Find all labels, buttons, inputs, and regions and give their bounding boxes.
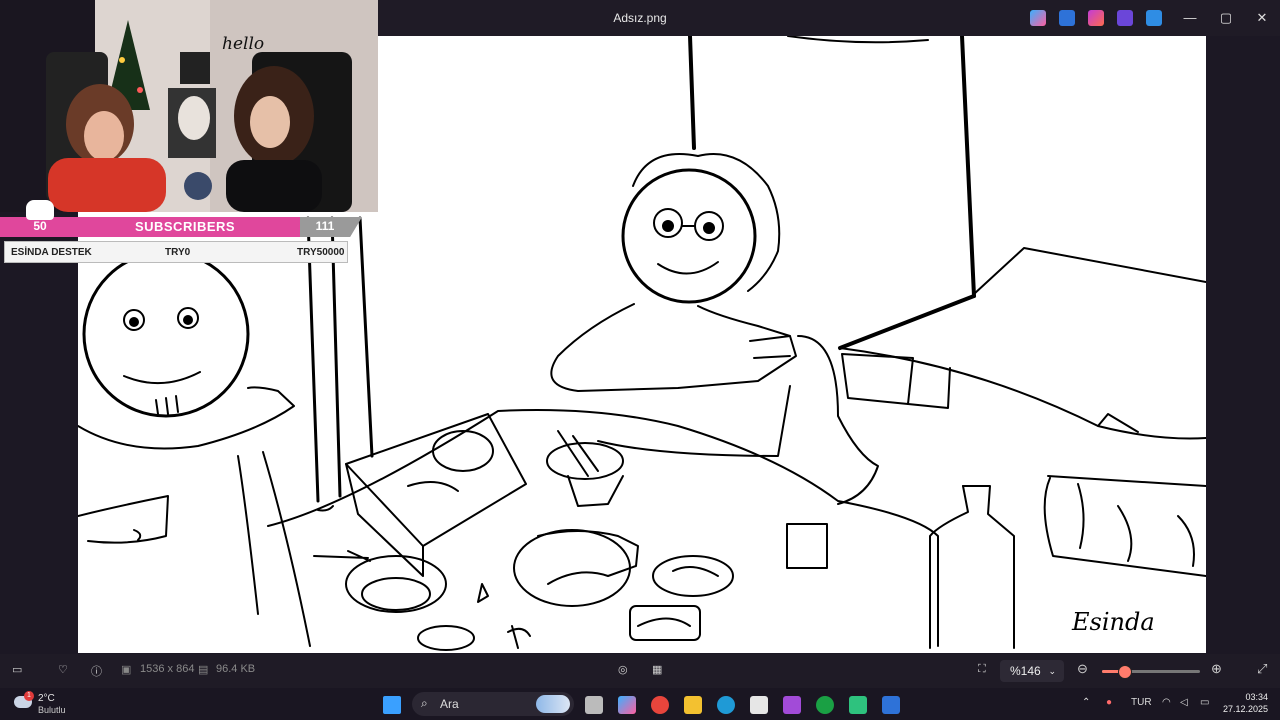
donation-bar: ESİNDA DESTEK TRY0 TRY50000 xyxy=(4,241,348,263)
edge-icon[interactable] xyxy=(717,696,735,714)
clock-date: 27.12.2025 xyxy=(1222,704,1268,714)
file-explorer-icon[interactable] xyxy=(684,696,702,714)
cat-icon xyxy=(26,200,54,220)
onedrive-icon[interactable] xyxy=(1146,10,1162,26)
subscriber-goal: 111 xyxy=(315,219,335,233)
zoom-in-icon[interactable]: ⊕ xyxy=(1211,661,1222,677)
donation-current: TRY0 xyxy=(165,247,191,258)
clock-time: 03:34 xyxy=(1245,692,1268,702)
webcam-feed xyxy=(0,0,378,212)
image-dimensions: 1536 x 864 xyxy=(140,663,195,675)
titlebar-app-icons xyxy=(1030,10,1162,26)
store-icon[interactable] xyxy=(750,696,768,714)
fullscreen-icon[interactable]: ⤢ xyxy=(1257,661,1267,677)
copilot-taskbar-icon[interactable] xyxy=(618,696,636,714)
weather-temp: 2°C xyxy=(38,693,55,704)
subscriber-label: SUBSCRIBERS xyxy=(134,219,236,234)
chevron-up-icon[interactable]: ⌃ xyxy=(1082,697,1090,708)
windows-start-icon[interactable] xyxy=(383,696,401,714)
clipchamp-icon[interactable] xyxy=(1117,10,1133,26)
designer-icon[interactable] xyxy=(1088,10,1104,26)
heart-icon[interactable]: ♡ xyxy=(58,663,68,676)
zoom-slider-thumb[interactable] xyxy=(1117,665,1132,679)
clock[interactable]: 03:34 27.12.2025 xyxy=(1223,691,1268,715)
viewer-toolbar: ▭ ♡ ⓘ ▣ 1536 x 864 ▤ 96.4 KB ◎ ▦ ⛶ %146 … xyxy=(0,654,1280,688)
file-size: 96.4 KB xyxy=(216,663,256,675)
phone-link-icon[interactable] xyxy=(783,696,801,714)
wifi-icon[interactable]: ◠ xyxy=(1162,697,1171,708)
taskbar-search[interactable]: ⌕ Ara xyxy=(412,692,574,716)
zoom-slider[interactable] xyxy=(1102,665,1200,679)
mic-icon[interactable]: ● xyxy=(1106,697,1112,708)
search-highlight-icon xyxy=(536,695,570,713)
paint-taskbar-icon[interactable] xyxy=(882,696,900,714)
weather-badge: 1 xyxy=(24,691,34,701)
language-indicator[interactable]: TUR xyxy=(1131,697,1152,708)
chrome-icon[interactable] xyxy=(651,696,669,714)
search-placeholder: Ara xyxy=(440,697,459,711)
search-icon: ⌕ xyxy=(421,696,428,710)
minimize-button[interactable]: — xyxy=(1172,0,1208,36)
zoom-value: %146 xyxy=(1010,664,1041,678)
visual-search-icon[interactable]: ◎ xyxy=(618,663,628,676)
battery-icon[interactable]: ▭ xyxy=(1200,697,1209,708)
zoom-select[interactable]: %146 ⌄ xyxy=(1000,660,1064,682)
taskview-icon[interactable] xyxy=(585,696,603,714)
signature: Esinda xyxy=(1072,608,1155,636)
subscriber-count: 50 xyxy=(33,219,47,233)
info-icon[interactable]: ⓘ xyxy=(91,663,102,679)
zoom-out-icon[interactable]: ⊖ xyxy=(1077,661,1088,677)
webcam-overlay: hello xyxy=(0,0,378,212)
webcam-decor-text: hello xyxy=(222,34,265,54)
volume-icon[interactable]: ◁ xyxy=(1180,697,1188,708)
game-app-icon[interactable] xyxy=(849,696,867,714)
weather-desc: Bulutlu xyxy=(38,705,66,715)
chevron-down-icon: ⌄ xyxy=(1048,666,1056,676)
copilot-icon[interactable] xyxy=(1030,10,1046,26)
ocr-icon[interactable]: ▦ xyxy=(652,663,662,676)
donation-goal: TRY50000 xyxy=(297,247,345,258)
save-size-icon: ▤ xyxy=(198,664,209,676)
image-size-icon: ▣ xyxy=(121,664,132,676)
display-icon[interactable]: ▭ xyxy=(12,663,22,676)
window-controls: — ▢ ✕ xyxy=(1172,0,1280,36)
close-button[interactable]: ✕ xyxy=(1244,0,1280,36)
taskbar: 1 2°C Bulutlu ⌕ Ara ⌃ ● TUR ◠ ◁ ▭ 03:34 … xyxy=(0,688,1280,720)
donation-name: ESİNDA DESTEK xyxy=(11,247,92,258)
maximize-button[interactable]: ▢ xyxy=(1208,0,1244,36)
fit-icon[interactable]: ⛶ xyxy=(978,663,986,676)
paint-icon[interactable] xyxy=(1059,10,1075,26)
xbox-icon[interactable] xyxy=(816,696,834,714)
